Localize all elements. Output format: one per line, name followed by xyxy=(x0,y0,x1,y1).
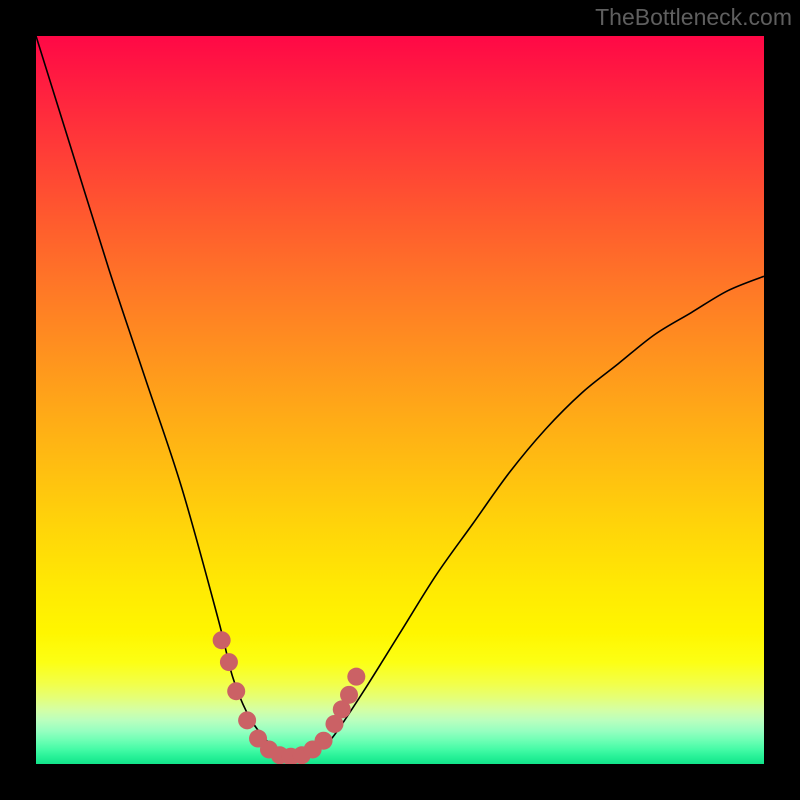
marker-dot xyxy=(227,682,245,700)
marker-dot xyxy=(315,732,333,750)
curve-layer xyxy=(36,36,764,764)
chart-plot-area xyxy=(36,36,764,764)
bottleneck-curve xyxy=(36,36,764,758)
highlight-markers xyxy=(213,631,366,764)
watermark-text: TheBottleneck.com xyxy=(595,4,792,31)
marker-dot xyxy=(213,631,231,649)
marker-dot xyxy=(220,653,238,671)
marker-dot xyxy=(347,668,365,686)
marker-dot xyxy=(238,711,256,729)
marker-dot xyxy=(340,686,358,704)
